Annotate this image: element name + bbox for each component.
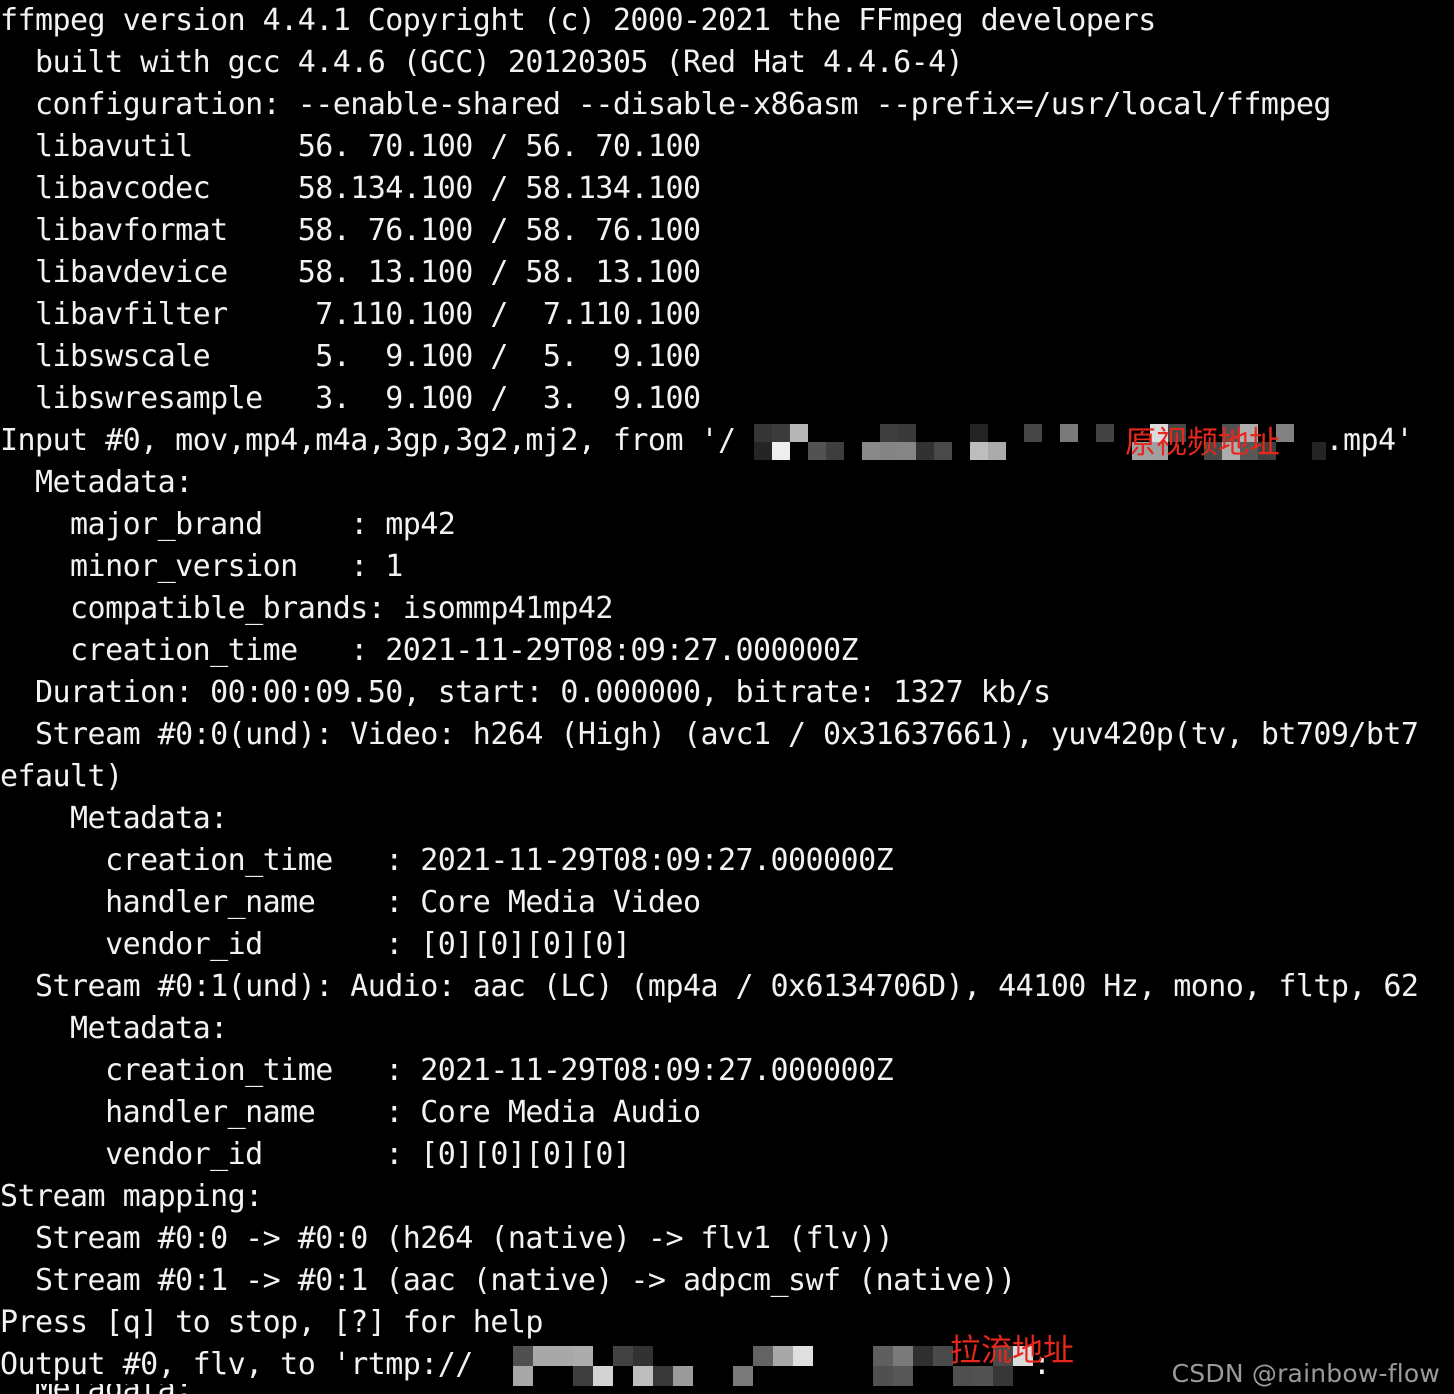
line-text: Metadata: [0,465,193,500]
line-text: major_brand : mp42 [0,507,456,542]
terminal-line: creation_time : 2021-11-29T08:09:27.0000… [0,1050,1454,1092]
line-text: built with gcc 4.4.6 (GCC) 20120305 (Red… [0,45,964,80]
line-text: Stream #0:0 -> #0:0 (h264 (native) -> fl… [0,1221,894,1256]
terminal-line: major_brand : mp42 [0,504,1454,546]
line-text: Metadata: [0,801,228,836]
terminal-window[interactable]: ffmpeg version 4.4.1 Copyright (c) 2000-… [0,0,1454,1394]
terminal-line: libavformat 58. 76.100 / 58. 76.100 [0,210,1454,252]
audio-stream-line: Stream #0:1(und): Audio: aac (LC) (mp4a … [0,966,1454,1008]
terminal-line: Metadata: [0,798,1454,840]
line-text: Metadata: [0,1011,228,1046]
input-file-line: Input #0, mov,mp4,m4a,3gp,3g2,mj2, from … [0,420,1454,462]
press-key-hint-line: Press [q] to stop, [?] for help [0,1302,1454,1344]
stream-mapping-entry: Stream #0:1 -> #0:1 (aac (native) -> adp… [0,1260,1454,1302]
terminal-line: libavfilter 7.110.100 / 7.110.100 [0,294,1454,336]
line-text: Stream mapping: [0,1179,263,1214]
stream-mapping-header: Stream mapping: [0,1176,1454,1218]
terminal-line: Metadata: [0,462,1454,504]
stream-mapping-entry: Stream #0:0 -> #0:0 (h264 (native) -> fl… [0,1218,1454,1260]
line-text: vendor_id : [0][0][0][0] [0,927,631,962]
line-text: libavfilter 7.110.100 / 7.110.100 [0,297,701,332]
terminal-line: handler_name : Core Media Audio [0,1092,1454,1134]
line-text: Stream #0:0(und): Video: h264 (High) (av… [0,717,1419,752]
terminal-line: handler_name : Core Media Video [0,882,1454,924]
redaction-annotation-push-url: 拉流地址 [950,1333,1074,1369]
line-text: creation_time : 2021-11-29T08:09:27.0000… [0,633,859,668]
line-text: Metadata: [0,1384,193,1394]
line-text: creation_time : 2021-11-29T08:09:27.0000… [0,1053,894,1088]
terminal-line: ffmpeg version 4.4.1 Copyright (c) 2000-… [0,0,1454,42]
terminal-line: compatible_brands: isommp41mp42 [0,588,1454,630]
line-text: creation_time : 2021-11-29T08:09:27.0000… [0,843,894,878]
terminal-line: minor_version : 1 [0,546,1454,588]
terminal-line: libavcodec 58.134.100 / 58.134.100 [0,168,1454,210]
line-text: efault) [0,759,123,794]
line-text: libswresample 3. 9.100 / 3. 9.100 [0,381,701,416]
line-text: handler_name : Core Media Audio [0,1095,701,1130]
terminal-line: libswscale 5. 9.100 / 5. 9.100 [0,336,1454,378]
terminal-line: libavdevice 58. 13.100 / 58. 13.100 [0,252,1454,294]
terminal-line: vendor_id : [0][0][0][0] [0,924,1454,966]
duration-line: Duration: 00:00:09.50, start: 0.000000, … [0,672,1454,714]
terminal-line: libswresample 3. 9.100 / 3. 9.100 [0,378,1454,420]
line-text: vendor_id : [0][0][0][0] [0,1137,631,1172]
line-text: Stream #0:1 -> #0:1 (aac (native) -> adp… [0,1263,1016,1298]
terminal-line: Metadata: [0,1008,1454,1050]
line-text: libavformat 58. 76.100 / 58. 76.100 [0,213,701,248]
line-text: configuration: --enable-shared --disable… [0,87,1331,122]
terminal-line: configuration: --enable-shared --disable… [0,84,1454,126]
line-text: compatible_brands: isommp41mp42 [0,591,613,626]
line-text: Duration: 00:00:09.50, start: 0.000000, … [0,675,1051,710]
csdn-watermark: CSDN @rainbow-flow [1171,1359,1440,1388]
line-text: Stream #0:1(und): Audio: aac (LC) (mp4a … [0,969,1419,1004]
terminal-line: libavutil 56. 70.100 / 56. 70.100 [0,126,1454,168]
line-text: minor_version : 1 [0,549,403,584]
line-text: libavdevice 58. 13.100 / 58. 13.100 [0,255,701,290]
terminal-line: creation_time : 2021-11-29T08:09:27.0000… [0,840,1454,882]
line-text: ffmpeg version 4.4.1 Copyright (c) 2000-… [0,3,1156,38]
line-text: Press [q] to stop, [?] for help [0,1305,543,1340]
redaction-annotation-source-url: 原视频地址 [1125,425,1280,461]
output-line-prefix: Output #0, flv, to 'rtmp:// [0,1347,473,1382]
terminal-line: creation_time : 2021-11-29T08:09:27.0000… [0,630,1454,672]
video-stream-line-wrap: efault) [0,756,1454,798]
line-text: libavutil 56. 70.100 / 56. 70.100 [0,129,701,164]
terminal-line: vendor_id : [0][0][0][0] [0,1134,1454,1176]
line-text: libswscale 5. 9.100 / 5. 9.100 [0,339,701,374]
input-line-suffix: .mp4' [1325,423,1414,458]
redacted-rtmp-mosaic [473,1345,1033,1386]
line-text: libavcodec 58.134.100 / 58.134.100 [0,171,701,206]
line-text: handler_name : Core Media Video [0,885,701,920]
video-stream-line: Stream #0:0(und): Video: h264 (High) (av… [0,714,1454,756]
terminal-line: built with gcc 4.4.6 (GCC) 20120305 (Red… [0,42,1454,84]
input-line-prefix: Input #0, mov,mp4,m4a,3gp,3g2,mj2, from … [0,423,736,458]
